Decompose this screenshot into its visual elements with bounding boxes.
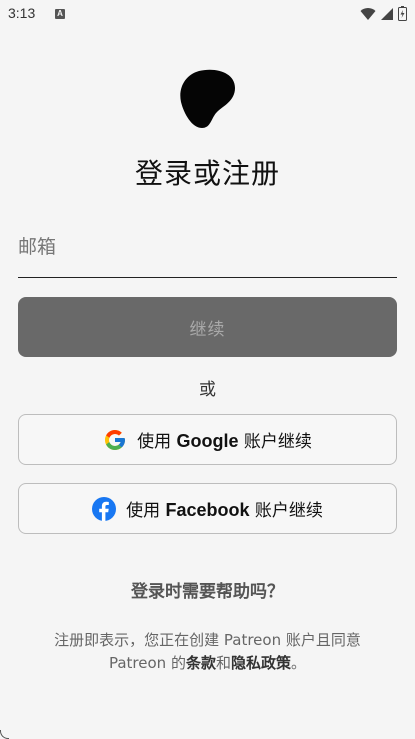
- legal-line-2-prefix: Patreon 的: [108, 654, 186, 672]
- email-field-container: [18, 220, 397, 278]
- wifi-icon: [360, 7, 376, 20]
- login-help-link[interactable]: 登录时需要帮助吗？: [0, 577, 415, 602]
- screen-corner-decoration: [0, 730, 9, 739]
- patreon-logo-icon: [180, 69, 235, 128]
- email-input[interactable]: [18, 230, 388, 264]
- google-button-label: 使用 Google 账户继续: [137, 427, 312, 452]
- legal-conjunction: 和: [215, 654, 231, 672]
- legal-notice: 注册即表示，您正在创建 Patreon 账户且同意 Patreon 的条款和隐私…: [20, 629, 395, 675]
- privacy-policy-link[interactable]: 隐私政策: [231, 654, 291, 672]
- facebook-button-brand: Facebook: [165, 500, 250, 520]
- google-button-suffix: 账户继续: [243, 432, 312, 452]
- status-bar: 3:13 A: [0, 0, 415, 28]
- google-icon: [105, 429, 126, 450]
- status-icons: [360, 6, 407, 21]
- or-divider-text: 或: [199, 380, 216, 400]
- legal-line-2: Patreon 的条款和隐私政策。: [20, 652, 395, 675]
- continue-with-google-button[interactable]: 使用 Google 账户继续: [18, 414, 397, 465]
- notification-a-icon: A: [55, 9, 65, 19]
- continue-with-facebook-button[interactable]: 使用 Facebook 账户继续: [18, 483, 397, 534]
- continue-button-label: 继续: [189, 319, 226, 340]
- page-title: 登录或注册: [134, 157, 280, 190]
- facebook-icon: [92, 496, 117, 521]
- signal-icon: [381, 7, 393, 20]
- status-time: 3:13: [8, 5, 36, 21]
- terms-link[interactable]: 条款: [186, 654, 216, 672]
- battery-icon: [398, 6, 407, 21]
- facebook-button-suffix: 账户继续: [254, 501, 323, 521]
- facebook-button-label: 使用 Facebook 账户继续: [126, 496, 323, 521]
- legal-line-1: 注册即表示，您正在创建 Patreon 账户且同意: [54, 631, 361, 649]
- google-button-prefix: 使用: [137, 432, 172, 452]
- google-button-brand: Google: [176, 431, 239, 451]
- continue-button[interactable]: 继续: [18, 297, 397, 357]
- legal-end: 。: [291, 654, 307, 672]
- facebook-button-prefix: 使用: [126, 501, 161, 521]
